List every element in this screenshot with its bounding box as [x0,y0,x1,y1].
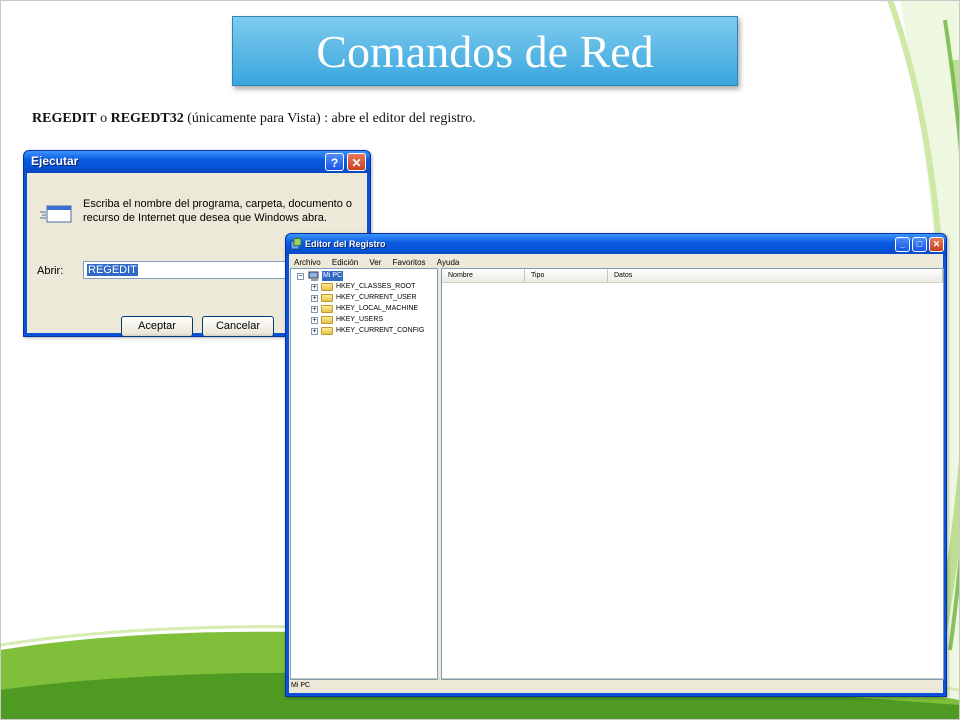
ok-button[interactable]: Aceptar [121,316,193,337]
regedit-icon [290,238,302,250]
run-icon [40,205,72,223]
column-header-datos[interactable]: Datos [608,269,943,283]
tree-item-classes-root[interactable]: HKEY_CLASSES_ROOT [336,282,415,292]
expand-icon[interactable]: + [311,317,318,324]
status-text: Mi PC [291,682,311,689]
cancel-button[interactable]: Cancelar [202,316,274,337]
regedit-body: Archivo Edición Ver Favoritos Ayuda − Mi… [289,254,944,693]
run-dialog-titlebar[interactable]: Ejecutar ? ✕ [24,151,370,173]
computer-icon [308,271,319,281]
close-button[interactable]: ✕ [347,153,366,171]
tree-item-local-machine[interactable]: HKEY_LOCAL_MACHINE [336,304,418,314]
tree-item-current-config[interactable]: HKEY_CURRENT_CONFIG [336,326,424,336]
tree-item-users[interactable]: HKEY_USERS [336,315,383,325]
slide-title: Comandos de Red [316,25,654,77]
run-prompt-line1: Escriba el nombre del programa, carpeta,… [83,198,353,210]
folder-icon [321,294,333,302]
menu-edicion[interactable]: Edición [332,258,358,267]
regedit-titlebar[interactable]: Editor del Registro _ □ ✕ [286,234,946,256]
open-input[interactable]: REGEDIT [83,261,293,279]
minimize-button[interactable]: _ [895,237,910,252]
tree-pane[interactable]: − Mi PC + HKEY_CLASSES_ROOT + HKEY_CURRE… [290,268,438,680]
tree-item-current-user[interactable]: HKEY_CURRENT_USER [336,293,417,303]
expand-icon[interactable]: + [311,284,318,291]
command-regedt32: REGEDT32 [110,111,184,126]
status-bar: Mi PC [289,678,943,693]
column-header-nombre[interactable]: Nombre [442,269,525,283]
menu-archivo[interactable]: Archivo [294,258,321,267]
help-button[interactable]: ? [325,153,344,171]
column-header-tipo[interactable]: Tipo [525,269,608,283]
menu-ver[interactable]: Ver [369,258,381,267]
folder-icon [321,327,333,335]
desc-or: o [100,111,108,126]
list-pane[interactable]: Nombre Tipo Datos [441,268,944,680]
regedit-window: Editor del Registro _ □ ✕ Archivo Edició… [285,233,947,697]
slide-description: REGEDIT o REGEDT32 (únicamente para Vist… [32,111,476,127]
regedit-title: Editor del Registro [305,239,386,249]
folder-icon [321,305,333,313]
desc-rest: (únicamente para Vista) : abre el editor… [187,111,476,126]
run-dialog-title: Ejecutar [31,154,79,168]
tree-root-mi-pc[interactable]: Mi PC [322,271,344,281]
folder-icon [321,283,333,291]
open-input-value: REGEDIT [87,264,138,276]
menu-favoritos[interactable]: Favoritos [393,258,426,267]
collapse-icon[interactable]: − [297,273,304,280]
maximize-button[interactable]: □ [912,237,927,252]
expand-icon[interactable]: + [311,295,318,302]
run-prompt-line2: recurso de Internet que desea que Window… [83,212,327,224]
command-regedit: REGEDIT [32,111,97,126]
folder-icon [321,316,333,324]
menu-ayuda[interactable]: Ayuda [437,258,460,267]
expand-icon[interactable]: + [311,306,318,313]
regedit-close-button[interactable]: ✕ [929,237,944,252]
slide-title-box: Comandos de Red [232,16,738,86]
expand-icon[interactable]: + [311,328,318,335]
open-label: Abrir: [37,265,64,277]
